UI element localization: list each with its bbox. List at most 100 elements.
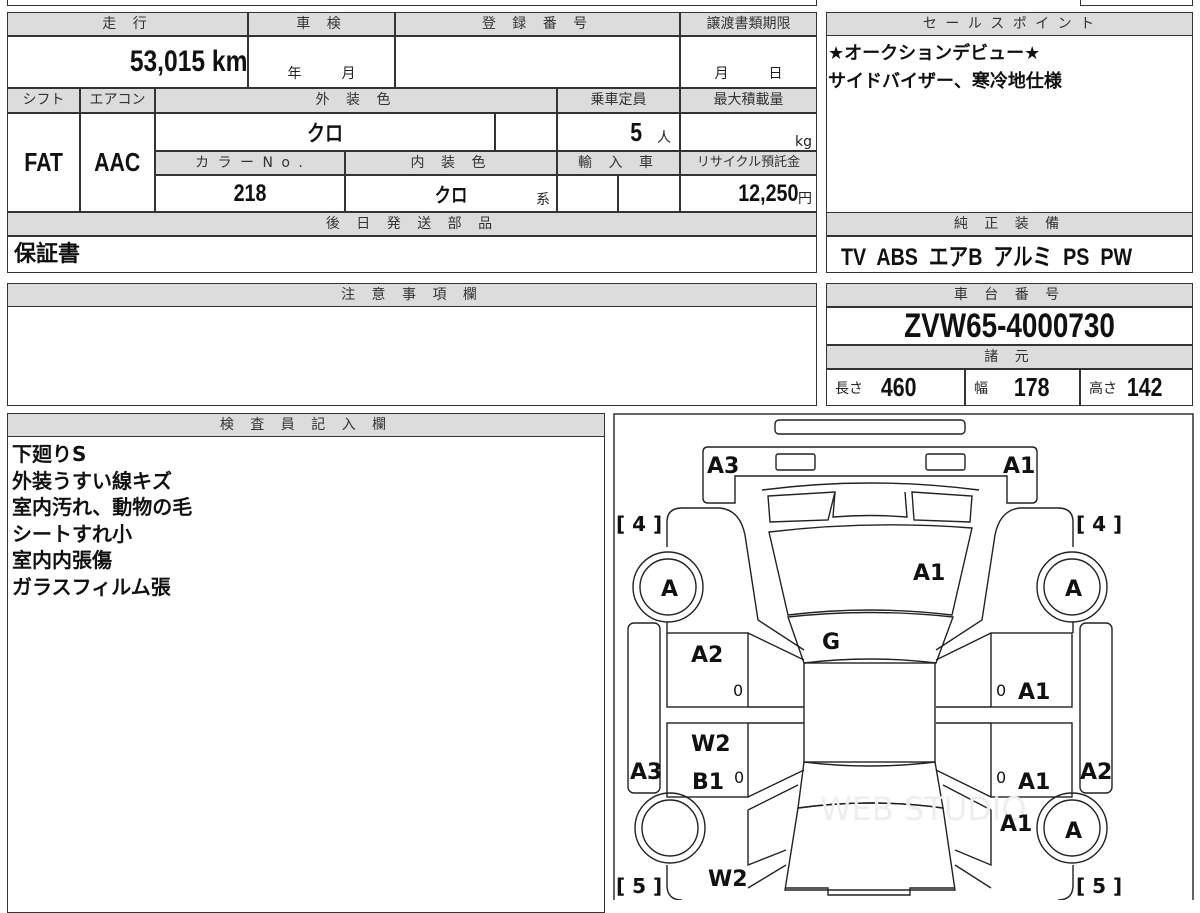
car-damage-diagram: WEB STUDIO A3 A1 [ 4 ] [ 4 ] A A A1 G A2… (613, 413, 1194, 900)
mark-hood: A1 (913, 561, 945, 586)
pillars (747, 632, 992, 798)
mark-windshield: G (822, 630, 840, 655)
capacity-unit: 人 (657, 130, 671, 146)
mark-rl-door-0: 0 (734, 768, 744, 787)
rl-wheel-outer (634, 792, 706, 864)
max-load-label: 最大積載量 (680, 88, 817, 113)
inspector-line: 室内汚れ、動物の毛 (12, 495, 193, 519)
interior-color-unit: 系 (536, 192, 550, 208)
sales-point-line: ★オークションデビュー★ (828, 43, 1041, 64)
inspector-line: 室内内張傷 (12, 548, 112, 572)
length-value: 460 (880, 372, 917, 402)
height-label: 高さ (1089, 380, 1117, 397)
mark-rr-tire: [ 5 ] (1076, 874, 1122, 898)
exterior-color-cell: クロ (155, 113, 495, 151)
import-label: 輸 入 車 (557, 151, 680, 175)
height-value: 142 (1126, 372, 1163, 402)
sales-point-line: サイドバイザー、寒冷地仕様 (828, 71, 1062, 92)
rear-bumper (785, 887, 955, 896)
inspector-label: 検 査 員 記 入 欄 (7, 413, 605, 437)
inspector-line: シートすれ小 (12, 521, 132, 546)
color-no-label: カ ラ ー N o . (155, 151, 345, 175)
color-no-cell: 218 (155, 175, 345, 212)
mileage-value: 53,015 km (129, 45, 247, 78)
later-parts-value: 保証書 (14, 241, 81, 267)
sales-point-label: セ ー ル ス ポ イ ン ト (826, 12, 1193, 36)
inspector-line: 外装うすい線キズ (12, 468, 172, 493)
recycle-unit: 円 (798, 190, 812, 207)
mark-right-sill: A2 (1080, 760, 1112, 785)
capacity-value: 5 (629, 116, 642, 147)
top-strip (7, 0, 817, 6)
day-unit: 日 (768, 66, 783, 82)
aircon-value: AAC (94, 147, 141, 177)
length-cell: 長さ 460 (826, 369, 965, 406)
inspection-value-cell: 年月 (248, 36, 395, 88)
mileage-label: 走 行 (7, 12, 248, 36)
later-parts-label: 後 日 発 送 部 品 (7, 212, 817, 236)
equipment-cell: TV ABS エアB アルミ PS PW (826, 236, 1193, 273)
mark-rr-wheel: A (1065, 819, 1082, 844)
mark-front-right: A1 (1003, 454, 1035, 479)
chassis-label: 車 台 番 号 (826, 283, 1193, 307)
inspector-notes: 下廻りS 外装うすい線キズ 室内汚れ、動物の毛 シートすれ小 室内内張傷 ガラス… (12, 441, 192, 600)
left-front-fender (666, 507, 805, 651)
fog-lamp-right (925, 453, 966, 471)
registration-label: 登 録 番 号 (395, 12, 680, 36)
max-load-unit: kg (795, 134, 812, 150)
right-front-fender (935, 507, 1074, 651)
mark-rl-door-top: W2 (691, 732, 731, 757)
aircon-label: エアコン (80, 88, 155, 113)
mark-fl-tire: [ 4 ] (616, 512, 662, 536)
equipment-label: 純 正 装 備 (826, 212, 1193, 236)
inspection-label: 車 検 (248, 12, 395, 36)
later-parts-cell: 保証書 (7, 236, 817, 273)
mark-rl-fender: W2 (708, 867, 748, 892)
mark-left-sill: A3 (630, 760, 662, 785)
interior-color-value: クロ (434, 185, 468, 207)
interior-color-cell: クロ 系 (345, 175, 557, 212)
capacity-label: 乗車定員 (557, 88, 680, 113)
inspector-line: ガラスフィルム張 (12, 574, 171, 599)
recycle-value: 12,250 (737, 179, 798, 207)
exterior-color-extra (495, 113, 557, 151)
front-panel (702, 446, 1038, 504)
mark-rl-door: B1 (692, 770, 724, 795)
watermark: WEB STUDIO (820, 790, 1027, 828)
windshield (787, 611, 954, 664)
top-strip-right (1080, 0, 1193, 6)
mark-fr-door-0: 0 (996, 681, 1006, 700)
mark-rr-door: A1 (1018, 770, 1050, 795)
width-label: 幅 (974, 380, 988, 397)
month-unit: 月 (714, 66, 729, 82)
mark-fl-wheel: A (661, 577, 678, 602)
fog-lamp-left (775, 453, 816, 471)
import-cell-1 (557, 175, 618, 212)
aircon-cell: AAC (80, 113, 155, 212)
mark-front-left: A3 (707, 454, 739, 479)
mark-rr-door-0: 0 (996, 768, 1006, 787)
equipment-value: TV ABS エアB アルミ PS PW (841, 244, 1133, 271)
width-cell: 幅 178 (965, 369, 1080, 406)
front-bumper (774, 419, 966, 435)
registration-value-cell (395, 36, 680, 88)
recycle-cell: 12,250 円 (680, 175, 817, 212)
specs-label: 諸 元 (826, 345, 1193, 369)
grille (761, 482, 980, 523)
notes-label: 注 意 事 項 欄 (7, 283, 817, 307)
month-unit: 月 (341, 66, 356, 82)
mileage-value-cell: 53,015 km (7, 36, 248, 88)
rl-wheel-inner (641, 799, 699, 857)
chassis-cell: ZVW65-4000730 (826, 307, 1193, 345)
exterior-color-label: 外 装 色 (155, 88, 557, 113)
mark-fl-door-0: 0 (733, 681, 743, 700)
mark-fr-wheel: A (1065, 577, 1082, 602)
exterior-color-value: クロ (306, 121, 344, 146)
inspector-line: 下廻りS (12, 442, 87, 466)
shift-cell: FAT (7, 113, 80, 212)
year-unit: 年 (287, 66, 302, 82)
interior-color-label: 内 装 色 (345, 151, 557, 175)
mark-fr-door: A1 (1018, 680, 1050, 705)
sales-point-text: ★オークションデビュー★ サイドバイザー、寒冷地仕様 (828, 40, 1188, 96)
height-cell: 高さ 142 (1080, 369, 1193, 406)
